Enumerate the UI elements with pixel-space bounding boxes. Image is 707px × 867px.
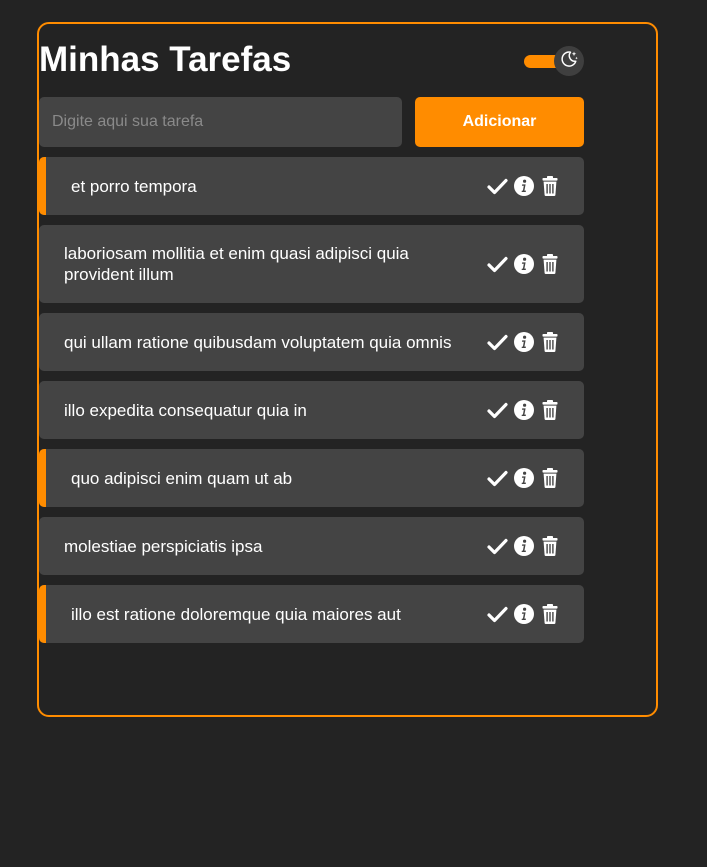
task-item: qui ullam ratione quibusdam voluptatem q… <box>39 313 584 371</box>
task-actions <box>487 467 584 489</box>
task-item: molestiae perspiciatis ipsa <box>39 517 584 575</box>
task-input[interactable] <box>39 97 402 147</box>
task-item: illo expedita consequatur quia in <box>39 381 584 439</box>
task-text: laboriosam mollitia et enim quasi adipis… <box>64 244 409 284</box>
trash-icon[interactable] <box>541 331 559 353</box>
task-actions <box>487 399 584 421</box>
task-form: Adicionar <box>39 97 584 147</box>
task-text: qui ullam ratione quibusdam voluptatem q… <box>64 332 452 352</box>
info-icon[interactable] <box>513 175 534 197</box>
task-text: molestiae perspiciatis ipsa <box>64 536 263 556</box>
task-item: illo est ratione doloremque quia maiores… <box>39 585 584 643</box>
task-text: et porro tempora <box>71 176 197 196</box>
header: Minhas Tarefas <box>39 38 584 82</box>
task-item: laboriosam mollitia et enim quasi adipis… <box>39 225 584 303</box>
trash-icon[interactable] <box>541 399 559 421</box>
theme-toggle[interactable] <box>524 46 584 76</box>
info-icon[interactable] <box>513 603 534 625</box>
info-icon[interactable] <box>513 331 534 353</box>
check-icon[interactable] <box>487 175 508 197</box>
check-icon[interactable] <box>487 253 508 275</box>
check-icon[interactable] <box>487 331 508 353</box>
task-actions <box>487 535 584 557</box>
info-icon[interactable] <box>513 467 534 489</box>
task-actions <box>487 603 584 625</box>
check-icon[interactable] <box>487 467 508 489</box>
info-icon[interactable] <box>513 399 534 421</box>
task-item: et porro tempora <box>39 157 584 215</box>
page-title: Minhas Tarefas <box>39 40 292 79</box>
task-text: quo adipisci enim quam ut ab <box>71 468 293 488</box>
trash-icon[interactable] <box>541 467 559 489</box>
task-actions <box>487 253 584 275</box>
add-button[interactable]: Adicionar <box>415 97 584 147</box>
check-icon[interactable] <box>487 535 508 557</box>
task-actions <box>487 331 584 353</box>
check-icon[interactable] <box>487 603 508 625</box>
task-text: illo est ratione doloremque quia maiores… <box>71 604 401 624</box>
trash-icon[interactable] <box>541 603 559 625</box>
info-icon[interactable] <box>513 253 534 275</box>
task-item: quo adipisci enim quam ut ab <box>39 449 584 507</box>
task-list: et porro tempora laboriosam mollitia et e… <box>39 157 584 653</box>
check-icon[interactable] <box>487 399 508 421</box>
toggle-knob <box>554 46 584 76</box>
task-text: illo expedita consequatur quia in <box>64 400 307 420</box>
moon-stars-icon <box>559 49 579 74</box>
trash-icon[interactable] <box>541 253 559 275</box>
trash-icon[interactable] <box>541 535 559 557</box>
trash-icon[interactable] <box>541 175 559 197</box>
info-icon[interactable] <box>513 535 534 557</box>
task-actions <box>487 175 584 197</box>
